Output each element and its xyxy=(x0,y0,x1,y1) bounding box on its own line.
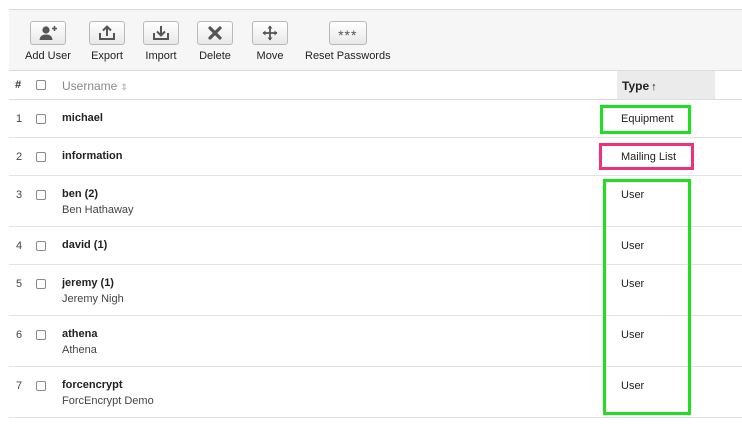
username[interactable]: athena xyxy=(62,328,97,340)
toolbar: Add User Export Import Delete Move *** R… xyxy=(9,9,742,71)
user-type: Equipment xyxy=(621,113,674,125)
header-type[interactable]: Type ↑ xyxy=(622,79,657,93)
export-icon xyxy=(89,21,125,45)
row-number: 5 xyxy=(16,278,23,290)
select-all-checkbox[interactable] xyxy=(36,80,46,90)
username[interactable]: david (1) xyxy=(62,239,107,251)
user-type: User xyxy=(621,380,645,392)
sort-neutral-icon: ⇕ xyxy=(120,82,128,92)
delete-label: Delete xyxy=(199,50,231,62)
username[interactable]: forcencrypt xyxy=(62,379,123,391)
reset-passwords-glyph: *** xyxy=(338,26,358,43)
row-checkbox[interactable] xyxy=(36,190,46,200)
add-user-icon xyxy=(29,21,66,45)
row-checkbox[interactable] xyxy=(36,279,46,289)
user-list-panel: Add User Export Import Delete Move *** R… xyxy=(9,9,742,429)
user-type: User xyxy=(621,240,645,252)
row-checkbox[interactable] xyxy=(36,152,46,162)
table-row[interactable]: 3 ben (2) Ben Hathaway User xyxy=(9,176,742,227)
import-label: Import xyxy=(145,50,177,62)
user-type: User xyxy=(621,189,645,201)
username[interactable]: information xyxy=(62,150,123,162)
import-icon xyxy=(143,21,179,45)
export-label: Export xyxy=(91,50,123,62)
user-type: User xyxy=(621,278,645,290)
table-row[interactable]: 2 information Mailing List xyxy=(9,138,742,176)
reset-passwords-icon: *** xyxy=(328,21,367,45)
import-button[interactable]: Import xyxy=(143,21,179,62)
table-row[interactable]: 5 jeremy (1) Jeremy Nigh User xyxy=(9,265,742,316)
header-number: # xyxy=(15,79,22,91)
row-number: 6 xyxy=(16,329,23,341)
row-number: 3 xyxy=(16,189,23,201)
full-name: Ben Hathaway xyxy=(62,204,134,216)
add-user-button[interactable]: Add User xyxy=(25,21,71,62)
user-type: User xyxy=(621,329,645,341)
header-username[interactable]: Username ⇕ xyxy=(62,79,128,93)
row-number: 4 xyxy=(16,240,23,252)
row-number: 2 xyxy=(16,151,23,163)
row-checkbox[interactable] xyxy=(36,114,46,124)
table-row[interactable]: 4 david (1) User xyxy=(9,227,742,265)
table-row[interactable]: 1 michael Equipment xyxy=(9,100,742,138)
row-checkbox[interactable] xyxy=(36,241,46,251)
reset-passwords-button[interactable]: *** Reset Passwords xyxy=(305,21,391,62)
move-button[interactable]: Move xyxy=(252,21,288,62)
row-number: 7 xyxy=(16,380,23,392)
table-header: # Username ⇕ Type ↑ xyxy=(9,71,742,100)
delete-button[interactable]: Delete xyxy=(197,21,233,62)
row-checkbox[interactable] xyxy=(36,381,46,391)
table-row[interactable]: 7 forcencrypt ForcEncrypt Demo User xyxy=(9,367,742,418)
table-row[interactable]: 6 athena Athena User xyxy=(9,316,742,367)
sort-ascending-icon: ↑ xyxy=(651,81,657,93)
full-name: Jeremy Nigh xyxy=(62,293,124,305)
row-number: 1 xyxy=(16,113,23,125)
user-type: Mailing List xyxy=(621,151,677,163)
full-name: ForcEncrypt Demo xyxy=(62,395,154,407)
header-username-label: Username xyxy=(62,79,118,93)
full-name: Athena xyxy=(62,344,97,356)
row-checkbox[interactable] xyxy=(36,330,46,340)
username[interactable]: ben (2) xyxy=(62,188,98,200)
move-icon xyxy=(252,21,288,45)
header-type-label: Type xyxy=(622,79,650,93)
export-button[interactable]: Export xyxy=(89,21,125,62)
reset-passwords-label: Reset Passwords xyxy=(305,50,391,62)
add-user-label: Add User xyxy=(25,50,71,62)
username[interactable]: jeremy (1) xyxy=(62,277,114,289)
username[interactable]: michael xyxy=(62,112,103,124)
delete-icon xyxy=(197,21,233,45)
move-label: Move xyxy=(256,50,284,62)
